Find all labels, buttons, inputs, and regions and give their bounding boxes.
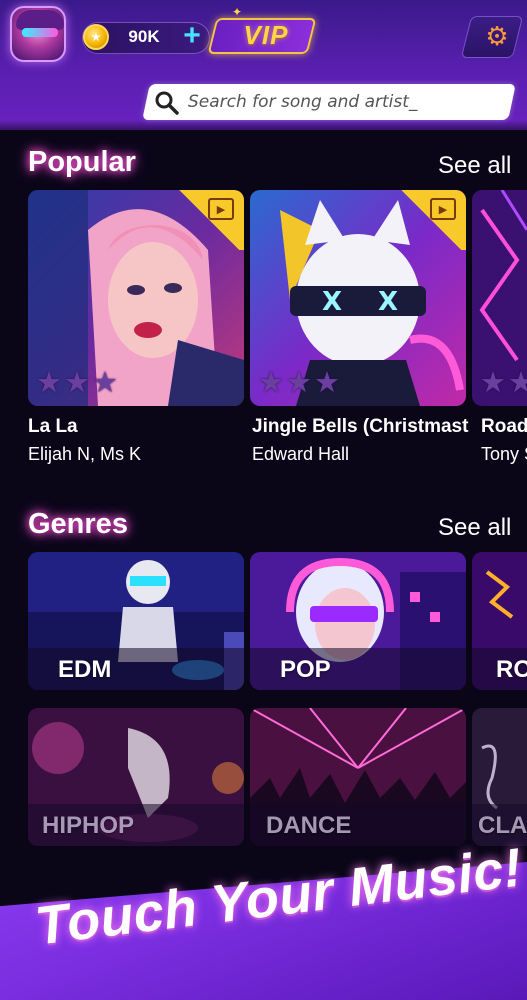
genre-label: RO — [496, 656, 527, 683]
popular-section-title: Popular — [28, 146, 136, 178]
video-icon: ▶ — [208, 198, 234, 220]
song-card[interactable]: ★ ★ — [472, 190, 527, 406]
svg-text:X: X — [322, 287, 342, 317]
song-artist: Edward Hall — [252, 444, 350, 464]
add-coins-button[interactable]: + — [178, 21, 206, 51]
genre-label: POP — [280, 656, 331, 683]
star-icon: ★ — [286, 367, 312, 399]
difficulty-stars: ★ ★ ★ — [36, 369, 118, 398]
genre-card-hiphop[interactable]: HIPHOP — [28, 708, 244, 846]
coin-icon: ★ — [83, 24, 109, 50]
vip-label: VIP — [243, 20, 289, 50]
star-icon: ★ — [480, 367, 506, 399]
genre-label: CLAS — [478, 812, 527, 839]
search-input[interactable] — [188, 90, 488, 114]
video-icon: ▶ — [430, 198, 456, 220]
song-artist: Tony S — [481, 444, 527, 464]
song-artist: Elijah N, Ms K — [28, 444, 142, 464]
search-icon — [155, 91, 179, 115]
genre-card-classical[interactable]: CLAS — [472, 708, 527, 846]
star-icon: ★ — [92, 367, 118, 399]
difficulty-stars: ★ ★ — [480, 369, 527, 398]
genre-card-dance[interactable]: DANCE — [250, 708, 466, 846]
song-title: Road — [481, 416, 527, 437]
genre-card-pop[interactable]: POP — [250, 552, 466, 690]
star-icon: ★ — [258, 367, 284, 399]
song-title: La La — [28, 416, 78, 437]
avatar[interactable] — [10, 6, 66, 62]
crown-icon: ✦ — [232, 5, 243, 19]
genre-card-edm[interactable]: EDM — [28, 552, 244, 690]
coin-amount: 90K — [128, 27, 160, 46]
star-icon: ★ — [314, 367, 340, 399]
genre-label: DANCE — [266, 812, 352, 839]
genre-label: EDM — [58, 656, 112, 683]
popular-see-all-link[interactable]: See all — [438, 152, 511, 180]
genres-section-title: Genres — [28, 508, 128, 540]
svg-text:X: X — [378, 287, 398, 317]
gear-icon: ⚙ — [485, 21, 509, 51]
genre-card-rock[interactable]: RO — [472, 552, 527, 690]
genre-label: HIPHOP — [42, 812, 135, 839]
avatar-visor — [22, 28, 58, 37]
song-card[interactable]: X X ▶ ★ ★ ★ — [250, 190, 466, 406]
avatar-hair — [16, 10, 64, 30]
difficulty-stars: ★ ★ ★ — [258, 369, 340, 398]
genres-see-all-link[interactable]: See all — [438, 514, 511, 542]
song-card[interactable]: ▶ ★ ★ ★ — [28, 190, 244, 406]
star-icon: ★ — [64, 367, 90, 399]
top-bar: ★ 90K + ✦ VIP ⚙ — [0, 0, 527, 130]
song-title: Jingle Bells (Christmast — [252, 416, 469, 437]
star-icon: ★ — [508, 367, 527, 399]
star-icon: ★ — [36, 367, 62, 399]
